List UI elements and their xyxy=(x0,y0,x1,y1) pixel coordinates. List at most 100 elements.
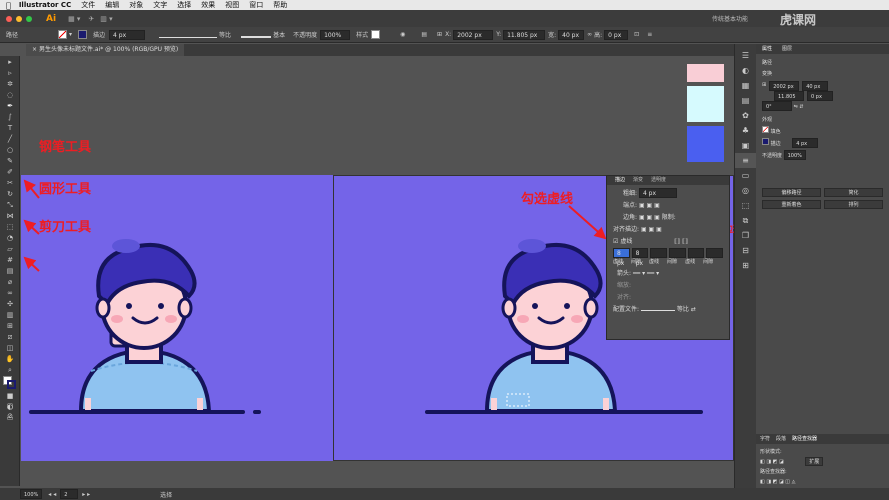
document-tab[interactable]: × 男生头像未标题文件.ai* @ 100% (RGB/GPU 预览) xyxy=(26,44,185,56)
recolor-icon[interactable]: ◉ xyxy=(400,31,405,38)
eraser-tool-icon[interactable]: ◫ xyxy=(3,343,17,353)
panel-menu-icon[interactable]: ≡ xyxy=(647,31,652,38)
tab-gradient[interactable]: 渐变 xyxy=(633,176,643,185)
align-icon[interactable]: ▤ xyxy=(421,31,427,38)
eyedropper-tool-icon[interactable]: ⌀ xyxy=(3,277,17,287)
graph-tool-icon[interactable]: ▥ xyxy=(3,310,17,320)
dash-2-field[interactable] xyxy=(650,248,668,258)
transparency-panel-icon[interactable]: ◎ xyxy=(735,183,756,198)
free-transform-tool-icon[interactable]: ⬚ xyxy=(3,222,17,232)
zoom-window-button[interactable] xyxy=(26,15,32,22)
close-window-button[interactable] xyxy=(6,15,12,22)
pathfinder-buttons[interactable]: ◧ ◨ ◩ ◪ ◫ ◬ xyxy=(760,477,823,487)
align-panel-icon[interactable]: ⊟ xyxy=(735,243,756,258)
tab-character[interactable]: 字符 xyxy=(760,434,770,444)
tab-close-icon[interactable]: × xyxy=(32,46,39,53)
lasso-tool-icon[interactable]: ◌ xyxy=(3,90,17,100)
selection-tool-icon[interactable]: ▸ xyxy=(3,57,17,67)
pencil-tool-icon[interactable]: ✐ xyxy=(3,167,17,177)
variable-width-profile[interactable] xyxy=(159,32,218,38)
dash-3-field[interactable] xyxy=(687,248,705,258)
color-guide-icon[interactable]: ▦ xyxy=(735,78,756,93)
constrain-icon[interactable]: ∞ xyxy=(587,31,592,38)
gpu-icon[interactable]: ✈ xyxy=(88,15,94,23)
artboard-tool-icon[interactable]: ⊞ xyxy=(3,321,17,331)
zoom-field[interactable]: 100% xyxy=(20,489,43,499)
appearance-panel-icon[interactable]: ⬚ xyxy=(735,198,756,213)
artboards-panel-icon[interactable]: ❐ xyxy=(735,228,756,243)
swatch-pink[interactable] xyxy=(687,64,724,82)
fill-dropdown-icon[interactable]: ▾ xyxy=(69,31,72,38)
tab-stroke[interactable]: 描边 xyxy=(615,176,625,185)
canvas[interactable]: 钢笔工具 圆形工具 剪刀工具 勾选虚线 调整描边形状 描边 渐变 透明度 粗细:… xyxy=(21,56,751,488)
offset-path-button[interactable]: 偏移路径 xyxy=(762,188,821,197)
artboard-nav-prev[interactable]: ◂ ◂ xyxy=(48,491,56,498)
hand-tool-icon[interactable]: ✋ xyxy=(3,354,17,364)
expand-button[interactable]: 扩展 xyxy=(805,457,824,466)
drawing-mode-icon[interactable]: ◐ xyxy=(3,402,17,412)
menu-app-name[interactable]: Illustrator CC xyxy=(19,1,71,9)
transform-panel-icon[interactable]: ⊞ xyxy=(735,258,756,273)
slice-tool-icon[interactable]: ⧄ xyxy=(3,332,17,342)
symbol-sprayer-tool-icon[interactable]: ✣ xyxy=(3,299,17,309)
prop-y-field[interactable]: 11.805 px xyxy=(774,91,804,110)
menu-select[interactable]: 选择 xyxy=(177,0,191,10)
stroke-weight-field[interactable]: 4 px xyxy=(109,29,146,40)
line-tool-icon[interactable]: ╱ xyxy=(3,134,17,144)
dashed-checkbox[interactable]: ☑ xyxy=(613,238,618,245)
height-field[interactable]: 0 px xyxy=(604,29,629,40)
gradient-tool-icon[interactable]: ▤ xyxy=(3,266,17,276)
x-field[interactable]: 2002 px xyxy=(453,29,494,40)
curvature-tool-icon[interactable]: ∫ xyxy=(3,112,17,122)
layout-icon[interactable]: ▥ ▾ xyxy=(100,15,112,23)
weight-field[interactable]: 4 px xyxy=(638,188,677,198)
perspective-tool-icon[interactable]: ▱ xyxy=(3,244,17,254)
apple-icon[interactable]:  xyxy=(6,1,11,10)
ellipse-tool-icon[interactable]: ○ xyxy=(3,145,17,155)
gap-3-field[interactable] xyxy=(706,248,724,258)
fill-swatch[interactable] xyxy=(58,30,68,39)
menu-edit[interactable]: 编辑 xyxy=(105,0,119,10)
menu-file[interactable]: 文件 xyxy=(81,0,95,10)
minimize-window-button[interactable] xyxy=(16,15,22,22)
corner-buttons[interactable]: ▣ ▣ ▣ xyxy=(639,214,660,221)
arrange-button[interactable]: 排列 xyxy=(824,200,883,209)
workspace-grid-icon[interactable]: ▦ ▾ xyxy=(68,15,80,23)
y-field[interactable]: 11.805 px xyxy=(503,29,546,40)
prop-h-field[interactable]: 0 px xyxy=(807,91,833,101)
artboard-nav-next[interactable]: ▸ ▸ xyxy=(82,491,90,498)
color-panel-icon[interactable]: ◐ xyxy=(735,63,756,78)
color-mode-icon[interactable]: ■ ▢ ⊘ xyxy=(3,391,17,420)
tab-paragraph[interactable]: 段落 xyxy=(776,434,786,444)
width-field[interactable]: 40 px xyxy=(558,29,585,40)
tab-transparency[interactable]: 透明度 xyxy=(651,176,666,185)
profile-value[interactable]: 等比 xyxy=(677,306,689,313)
brush-label[interactable]: 基本 xyxy=(273,30,285,39)
shape-mode-buttons[interactable]: ◧ ◨ ◩ ◪ xyxy=(760,459,784,465)
menu-effect[interactable]: 效果 xyxy=(201,0,215,10)
pen-tool-icon[interactable]: ✒ xyxy=(3,101,17,111)
opacity-field[interactable]: 100% xyxy=(320,29,351,40)
layers-panel-icon[interactable]: ⧉ xyxy=(735,213,756,228)
screen-mode-icon[interactable]: ▭ xyxy=(3,413,17,423)
menu-type[interactable]: 文字 xyxy=(153,0,167,10)
flip-buttons[interactable]: ⇋ ⇵ xyxy=(794,104,804,110)
graphic-styles-icon[interactable]: ▣ xyxy=(735,138,756,153)
paintbrush-tool-icon[interactable]: ✎ xyxy=(3,156,17,166)
profile-preview[interactable] xyxy=(640,306,675,311)
scale-tool-icon[interactable]: ⤡ xyxy=(3,200,17,210)
cap-buttons[interactable]: ▣ ▣ ▣ xyxy=(639,202,660,209)
graphic-style-swatch[interactable] xyxy=(371,30,381,39)
align-stroke-buttons[interactable]: ▣ ▣ ▣ xyxy=(641,226,662,233)
gradient-panel-icon[interactable]: ▭ xyxy=(735,168,756,183)
prop-stroke-field[interactable]: 4 px xyxy=(792,138,819,148)
dash-align-icons[interactable]: ⟦⟧ ⟦⟧ xyxy=(674,238,688,245)
swatches-panel-icon[interactable]: ▤ xyxy=(735,93,756,108)
scissors-tool-icon[interactable]: ✂ xyxy=(3,178,17,188)
fill-stroke-widget[interactable] xyxy=(3,376,17,390)
menu-window[interactable]: 窗口 xyxy=(249,0,263,10)
rotate-field[interactable]: 0° xyxy=(762,101,792,111)
menu-help[interactable]: 帮助 xyxy=(273,0,287,10)
flip-icon[interactable]: ⇄ xyxy=(691,306,696,313)
zoom-tool-icon[interactable]: ⌕ xyxy=(3,365,17,375)
